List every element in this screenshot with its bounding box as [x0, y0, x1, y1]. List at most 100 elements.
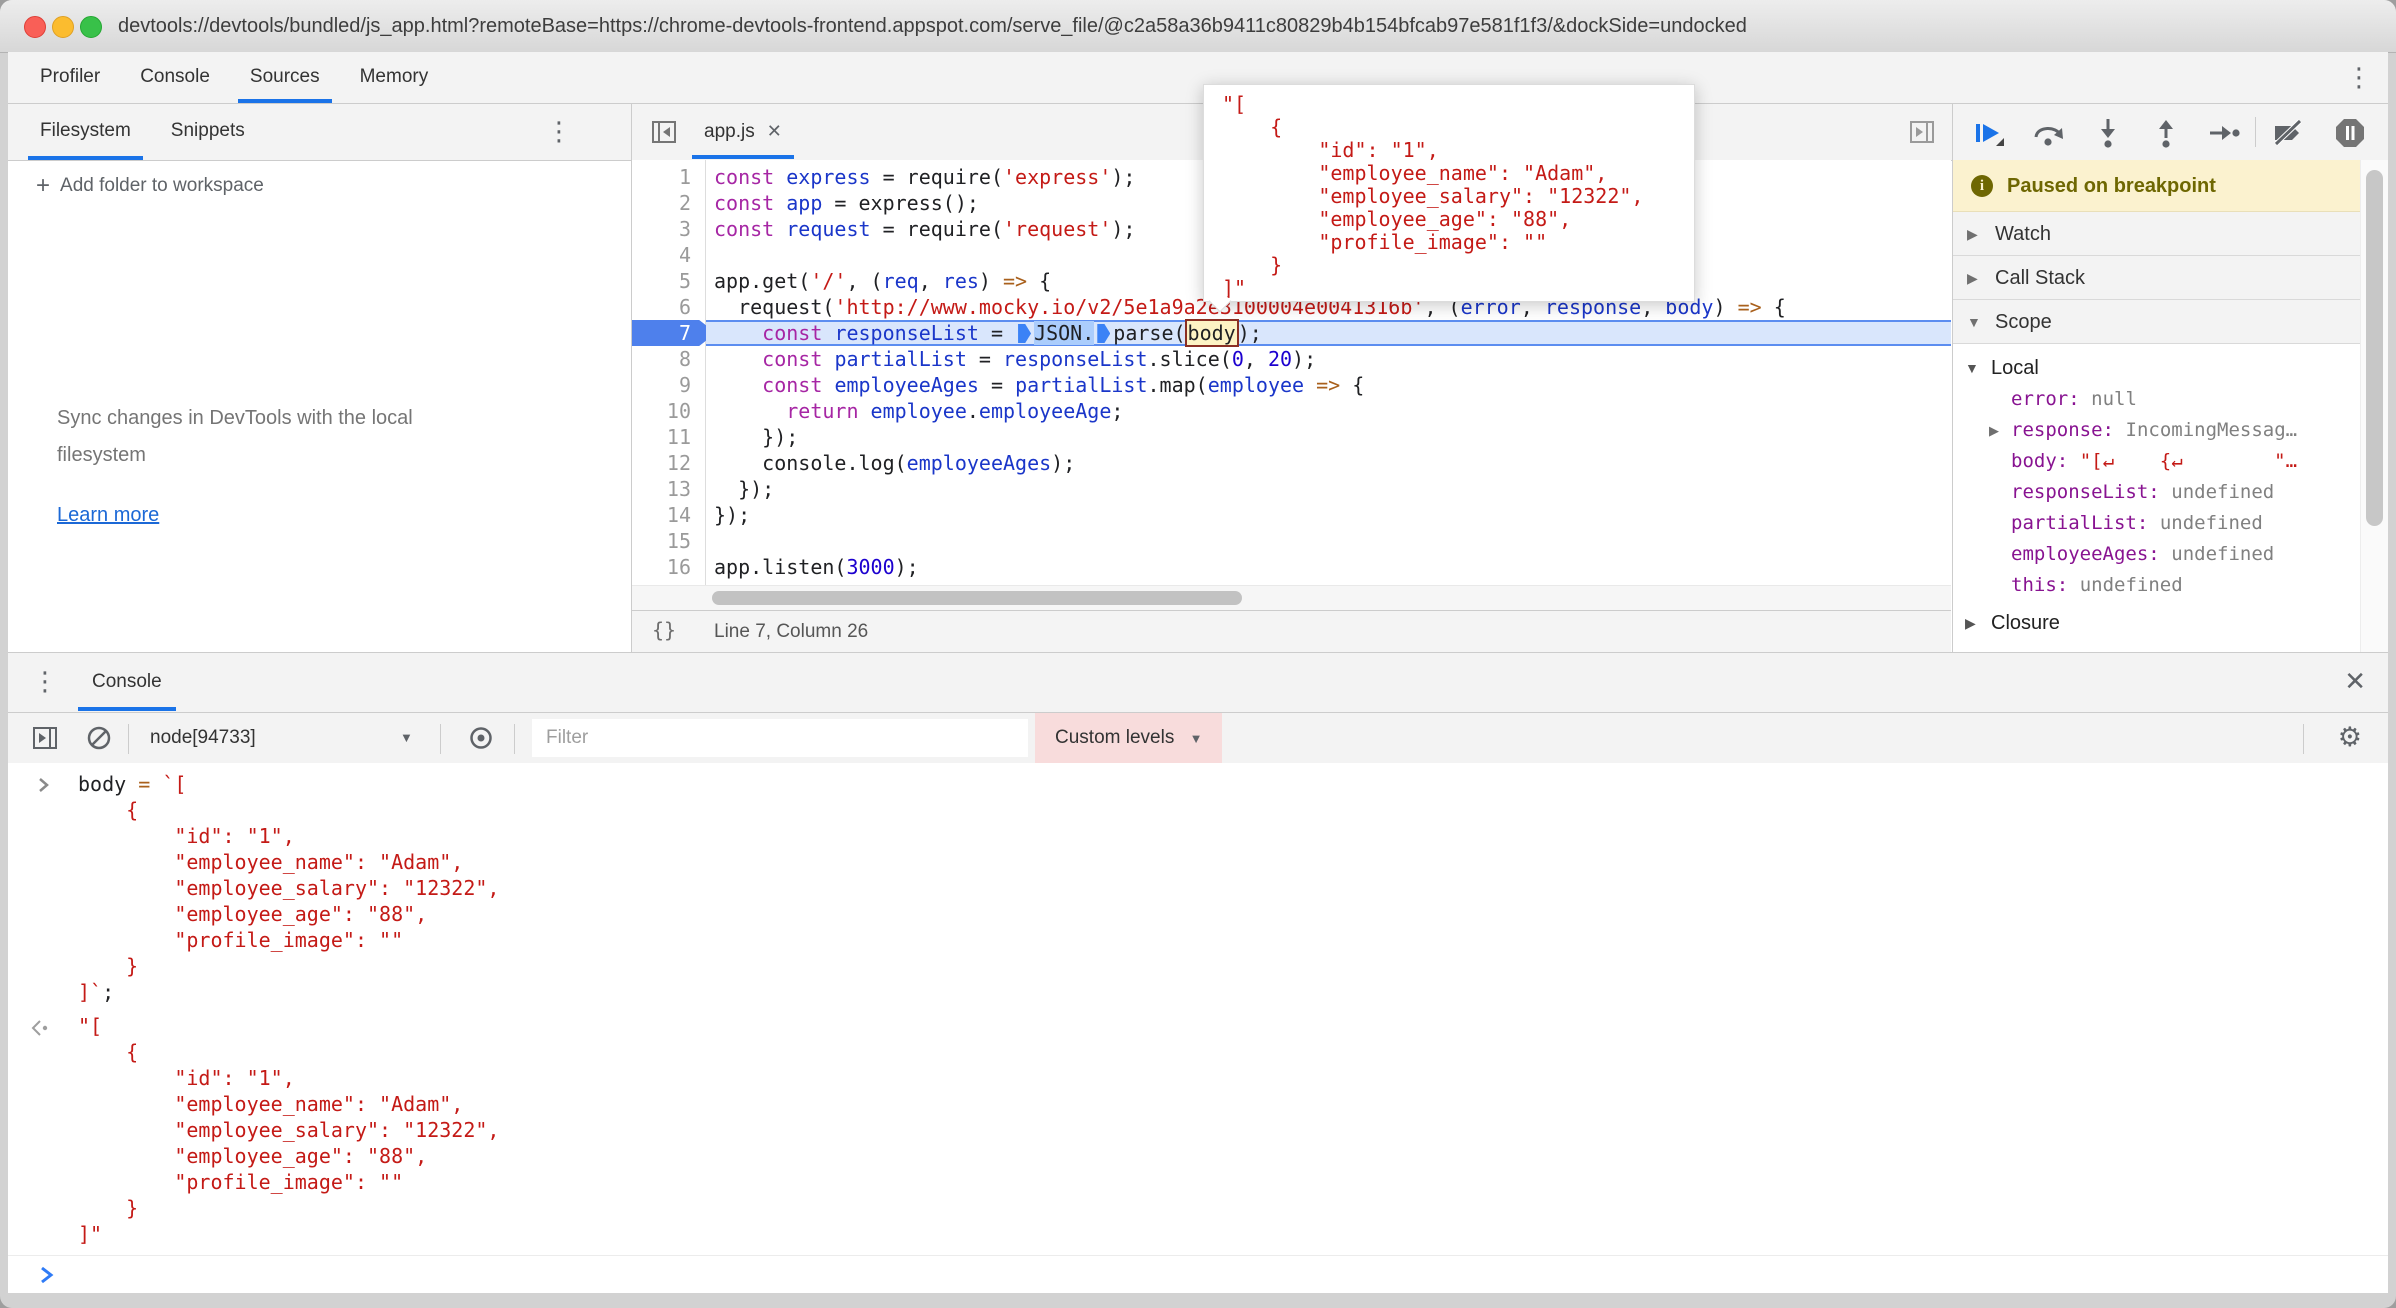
- chevron-down-icon[interactable]: ▼: [1967, 300, 1981, 344]
- deactivate-breakpoints-icon[interactable]: [2271, 116, 2307, 150]
- step-over-icon[interactable]: [2031, 116, 2065, 150]
- main-tab-sources[interactable]: Sources: [230, 52, 340, 103]
- main-tab-profiler[interactable]: Profiler: [20, 52, 120, 103]
- console-filter-input[interactable]: [532, 719, 1028, 757]
- scope-group-closure[interactable]: ▶ Closure: [1953, 607, 2388, 639]
- gutter-line-number[interactable]: 6: [632, 294, 705, 320]
- console-echo-line: "employee_name": "Adam",: [78, 849, 499, 875]
- step-into-icon[interactable]: [2091, 116, 2125, 150]
- gutter-line-number[interactable]: 2: [632, 190, 705, 216]
- code-line[interactable]: return employee.employeeAge;: [706, 398, 1951, 424]
- close-drawer-icon[interactable]: ✕: [2344, 653, 2366, 711]
- console-echo-line: body = `[: [78, 771, 499, 797]
- window-minimize-button[interactable]: [52, 16, 74, 38]
- code-line[interactable]: [706, 528, 1951, 554]
- code-line[interactable]: });: [706, 476, 1951, 502]
- console-settings-gear-icon[interactable]: ⚙: [2338, 713, 2362, 763]
- chevron-right-icon[interactable]: ▶: [1967, 256, 1978, 300]
- console-prompt-divider: [8, 1255, 2388, 1256]
- continue-to-marker-icon[interactable]: [1097, 324, 1110, 343]
- drawer-overflow-menu-icon[interactable]: ⋮: [32, 669, 58, 695]
- code-line[interactable]: console.log(employeeAges);: [706, 450, 1951, 476]
- variable-name: responseList:: [2011, 477, 2171, 508]
- code-line[interactable]: });: [706, 502, 1951, 528]
- gutter-line-number[interactable]: 12: [632, 450, 705, 476]
- gutter-line-number[interactable]: 14: [632, 502, 705, 528]
- console-drawer-tab[interactable]: Console: [74, 653, 180, 711]
- variable-name: employeeAges:: [2011, 539, 2171, 570]
- gutter-line-number[interactable]: 3: [632, 216, 705, 242]
- navigator-tab-snippets[interactable]: Snippets: [151, 104, 265, 160]
- navigator-tab-filesystem[interactable]: Filesystem: [20, 104, 151, 160]
- file-tab-appjs[interactable]: app.js✕: [688, 104, 798, 159]
- code-line[interactable]: const employeeAges = partialList.map(emp…: [706, 372, 1951, 398]
- code-line[interactable]: app.listen(3000);: [706, 554, 1951, 580]
- window-zoom-button[interactable]: [80, 16, 102, 38]
- chevron-right-icon[interactable]: ▶: [1967, 212, 1978, 256]
- custom-levels-label: Custom levels: [1055, 727, 1174, 748]
- tooltip-line: "[: [1222, 93, 1694, 116]
- chevron-down-icon[interactable]: ▼: [400, 713, 413, 763]
- chevron-down-icon[interactable]: ▼: [1965, 352, 1979, 384]
- scrollbar-thumb[interactable]: [712, 591, 1242, 605]
- scrollbar-thumb[interactable]: [2366, 170, 2383, 526]
- window-title-bar[interactable]: devtools://devtools/bundled/js_app.html?…: [0, 0, 2396, 53]
- execution-context-select[interactable]: node[94733]: [150, 713, 256, 763]
- editor-gutter[interactable]: 1234567891011121314151617: [632, 160, 706, 610]
- custom-levels-dropdown[interactable]: Custom levels ▼: [1035, 713, 1222, 763]
- gutter-line-number[interactable]: 8: [632, 346, 705, 372]
- step-icon[interactable]: [2207, 116, 2241, 150]
- chevron-right-icon[interactable]: ▶: [1989, 415, 1999, 446]
- window-close-button[interactable]: [24, 16, 46, 38]
- watch-section-header[interactable]: ▶ Watch: [1953, 212, 2388, 256]
- clear-console-icon[interactable]: [84, 723, 114, 753]
- scope-section-header[interactable]: ▼ Scope: [1953, 300, 2388, 344]
- gutter-line-number[interactable]: 15: [632, 528, 705, 554]
- tooltip-line: "employee_name": "Adam",: [1222, 162, 1694, 185]
- main-tab-memory[interactable]: Memory: [340, 52, 449, 103]
- gutter-line-number[interactable]: 16: [632, 554, 705, 580]
- scope-group-local[interactable]: ▼ Local: [1953, 352, 2388, 384]
- hide-navigator-icon[interactable]: [648, 116, 680, 148]
- gutter-line-number[interactable]: 5: [632, 268, 705, 294]
- debugger-sidebar: i Paused on breakpoint ▶ Watch ▶ Call St…: [1953, 104, 2388, 652]
- main-tab-console[interactable]: Console: [120, 52, 230, 103]
- add-folder-button[interactable]: +Add folder to workspace: [36, 172, 264, 200]
- console-result-line: {: [78, 1039, 499, 1065]
- scope-tree: ▼ Local error: null▶response: IncomingMe…: [1953, 344, 2388, 652]
- live-expression-eye-icon[interactable]: [466, 723, 496, 753]
- code-line[interactable]: const partialList = responseList.slice(0…: [706, 346, 1951, 372]
- chevron-right-icon[interactable]: ▶: [1965, 607, 1976, 639]
- main-overflow-menu-icon[interactable]: ⋮: [2346, 65, 2372, 91]
- gutter-line-number[interactable]: 9: [632, 372, 705, 398]
- navigator-tabs: FilesystemSnippets: [20, 104, 265, 160]
- step-out-icon[interactable]: [2149, 116, 2183, 150]
- call-stack-section-header[interactable]: ▶ Call Stack: [1953, 256, 2388, 300]
- pause-on-exceptions-icon[interactable]: [2333, 116, 2367, 150]
- sidebar-scrollbar[interactable]: [2360, 160, 2388, 652]
- navigator-overflow-menu-icon[interactable]: ⋮: [546, 119, 572, 145]
- editor-horizontal-scrollbar[interactable]: [632, 585, 1951, 610]
- console-result-arrow-icon: [28, 1017, 50, 1039]
- gutter-line-number[interactable]: 1: [632, 164, 705, 190]
- scope-variable-response[interactable]: ▶response: IncomingMessag…: [1953, 415, 2388, 446]
- close-tab-icon[interactable]: ✕: [767, 121, 782, 141]
- variable-value: IncomingMessag…: [2126, 415, 2298, 446]
- show-debugger-sidebar-icon[interactable]: [1906, 116, 1938, 148]
- console-prompt-chevron-icon[interactable]: [36, 1263, 58, 1287]
- resume-script-icon[interactable]: [1971, 116, 2005, 150]
- gutter-line-number[interactable]: 4: [632, 242, 705, 268]
- gutter-line-number[interactable]: 13: [632, 476, 705, 502]
- learn-more-link[interactable]: Learn more: [57, 504, 159, 527]
- code-line[interactable]: });: [706, 424, 1951, 450]
- console-result-line: "employee_salary": "12322",: [78, 1117, 499, 1143]
- scope-label: Scope: [1995, 300, 2052, 344]
- code-line[interactable]: const responseList = JSON.parse(body);: [706, 320, 1951, 346]
- gutter-line-number[interactable]: 10: [632, 398, 705, 424]
- pretty-print-icon[interactable]: {}: [652, 618, 676, 642]
- gutter-line-number[interactable]: 11: [632, 424, 705, 450]
- show-console-sidebar-icon[interactable]: [30, 723, 60, 753]
- console-messages: body = `[ { "id": "1", "employee_name": …: [8, 763, 2388, 1293]
- continue-to-marker-icon[interactable]: [1018, 324, 1031, 343]
- gutter-line-number[interactable]: 7: [632, 320, 705, 346]
